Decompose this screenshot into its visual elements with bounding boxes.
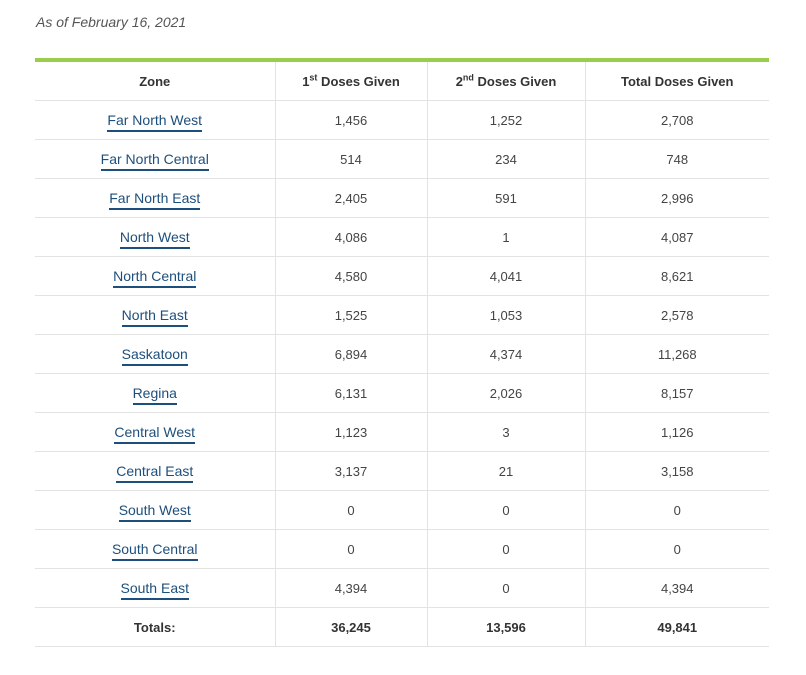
zone-cell: Central East: [35, 451, 276, 491]
table-row: Central West 1,123 3 1,126: [35, 412, 769, 452]
first-doses-cell: 1,525: [275, 295, 428, 335]
zone-link[interactable]: Far North East: [109, 190, 201, 210]
first-doses-cell: 2,405: [275, 178, 428, 218]
first-doses-cell: 4,086: [275, 217, 428, 257]
first-doses-cell: 3,137: [275, 451, 428, 491]
table-row: Far North East 2,405 591 2,996: [35, 178, 769, 218]
zone-link[interactable]: Far North Central: [100, 151, 209, 171]
vaccine-doses-table: Zone 1st Doses Given 2nd Doses Given Tot…: [35, 62, 769, 647]
table-row: North Central 4,580 4,041 8,621: [35, 256, 769, 296]
zone-link[interactable]: South East: [120, 580, 189, 600]
total-doses-cell: 1,126: [585, 412, 769, 452]
second-doses-cell: 1,252: [427, 100, 586, 140]
total-doses-cell: 2,708: [585, 100, 769, 140]
table-row: Regina 6,131 2,026 8,157: [35, 373, 769, 413]
first-doses-cell: 6,894: [275, 334, 428, 374]
first-doses-cell: 6,131: [275, 373, 428, 413]
zone-cell: North West: [35, 217, 276, 257]
zone-cell: Saskatoon: [35, 334, 276, 374]
table-row: South West 0 0 0: [35, 490, 769, 530]
second-doses-cell: 4,374: [427, 334, 586, 374]
second-doses-cell: 1: [427, 217, 586, 257]
second-doses-cell: 0: [427, 568, 586, 608]
zone-cell: Far North East: [35, 178, 276, 218]
total-doses-cell: 0: [585, 529, 769, 569]
total-doses-cell: 748: [585, 139, 769, 179]
header-zone: Zone: [35, 62, 276, 101]
header-first-rest: Doses Given: [317, 73, 400, 89]
totals-label: Totals:: [35, 607, 276, 647]
total-doses-cell: 0: [585, 490, 769, 530]
table-row: South Central 0 0 0: [35, 529, 769, 569]
table-header-row: Zone 1st Doses Given 2nd Doses Given Tot…: [35, 62, 769, 101]
vaccine-doses-table-container: Zone 1st Doses Given 2nd Doses Given Tot…: [35, 58, 769, 647]
table-row: Saskatoon 6,894 4,374 11,268: [35, 334, 769, 374]
zone-cell: South East: [35, 568, 276, 608]
zone-link[interactable]: Central East: [116, 463, 194, 483]
as-of-date: As of February 16, 2021: [36, 14, 187, 30]
first-doses-cell: 0: [275, 529, 428, 569]
zone-link[interactable]: South West: [118, 502, 191, 522]
total-doses-cell: 4,087: [585, 217, 769, 257]
first-doses-cell: 4,394: [275, 568, 428, 608]
total-doses-cell: 8,621: [585, 256, 769, 296]
zone-link[interactable]: Central West: [114, 424, 196, 444]
header-second-rest: Doses Given: [473, 73, 557, 89]
header-total-doses: Total Doses Given: [585, 62, 769, 101]
total-doses-cell: 2,996: [585, 178, 769, 218]
total-doses-cell: 11,268: [585, 334, 769, 374]
second-doses-cell: 0: [427, 490, 586, 530]
zone-link[interactable]: Far North West: [107, 112, 203, 132]
second-doses-cell: 3: [427, 412, 586, 452]
first-doses-cell: 1,456: [275, 100, 428, 140]
totals-row: Totals: 36,245 13,596 49,841: [35, 607, 769, 647]
zone-link[interactable]: North Central: [113, 268, 197, 288]
total-doses-cell: 3,158: [585, 451, 769, 491]
zone-cell: Central West: [35, 412, 276, 452]
zone-cell: Regina: [35, 373, 276, 413]
total-doses-cell: 8,157: [585, 373, 769, 413]
second-doses-cell: 234: [427, 139, 586, 179]
header-second-num: 2: [455, 73, 463, 89]
first-doses-cell: 514: [275, 139, 428, 179]
total-doses-cell: 4,394: [585, 568, 769, 608]
second-doses-cell: 0: [427, 529, 586, 569]
table-row: Far North West 1,456 1,252 2,708: [35, 100, 769, 140]
totals-total: 49,841: [585, 607, 769, 647]
zone-link[interactable]: North West: [119, 229, 190, 249]
zone-cell: Far North West: [35, 100, 276, 140]
header-second-doses: 2nd Doses Given: [427, 62, 586, 101]
totals-second: 13,596: [427, 607, 586, 647]
zone-link[interactable]: Regina: [132, 385, 177, 405]
zone-cell: Far North Central: [35, 139, 276, 179]
table-row: South East 4,394 0 4,394: [35, 568, 769, 608]
zone-link[interactable]: North East: [121, 307, 188, 327]
second-doses-cell: 591: [427, 178, 586, 218]
first-doses-cell: 1,123: [275, 412, 428, 452]
table-row: Far North Central 514 234 748: [35, 139, 769, 179]
zone-link[interactable]: Saskatoon: [121, 346, 188, 366]
table-row: North West 4,086 1 4,087: [35, 217, 769, 257]
table-row: North East 1,525 1,053 2,578: [35, 295, 769, 335]
second-doses-cell: 2,026: [427, 373, 586, 413]
zone-cell: South West: [35, 490, 276, 530]
second-doses-cell: 21: [427, 451, 586, 491]
header-first-doses: 1st Doses Given: [275, 62, 428, 101]
zone-link[interactable]: South Central: [111, 541, 198, 561]
zone-cell: South Central: [35, 529, 276, 569]
first-doses-cell: 4,580: [275, 256, 428, 296]
table-row: Central East 3,137 21 3,158: [35, 451, 769, 491]
second-doses-cell: 4,041: [427, 256, 586, 296]
second-doses-cell: 1,053: [427, 295, 586, 335]
zone-cell: North East: [35, 295, 276, 335]
header-second-sup: nd: [462, 72, 474, 83]
total-doses-cell: 2,578: [585, 295, 769, 335]
zone-cell: North Central: [35, 256, 276, 296]
totals-first: 36,245: [275, 607, 428, 647]
first-doses-cell: 0: [275, 490, 428, 530]
